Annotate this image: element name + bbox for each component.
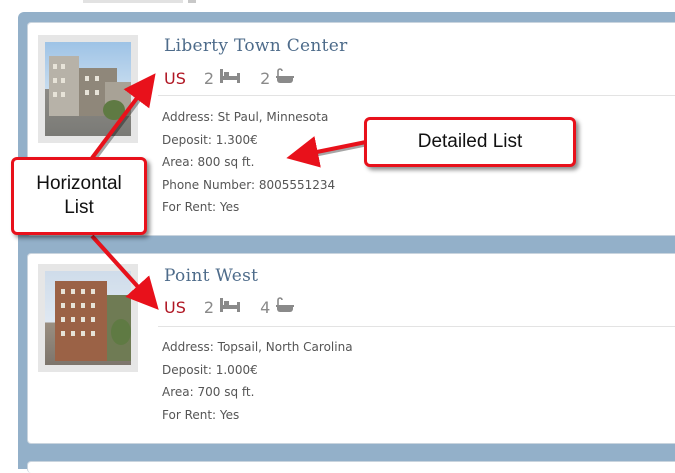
detail-for-rent: For Rent: Yes (162, 200, 240, 214)
callout-horizontal-line1: Horizontal (36, 173, 122, 194)
detail-phone: Phone Number: 8005551234 (162, 177, 336, 192)
bath-icon (275, 68, 295, 88)
bed-icon (219, 297, 241, 317)
country-code: US (164, 297, 186, 317)
listing-meta: US 2 4 (164, 296, 314, 318)
listing-thumbnail[interactable] (38, 264, 138, 372)
listing-photo[interactable] (45, 271, 131, 365)
detail-address: Address: St Paul, Minnesota (162, 110, 329, 124)
top-toolbar-icon (188, 0, 196, 3)
listing-divider (158, 95, 675, 96)
top-strip (0, 0, 675, 12)
detail-area: Area: 700 sq ft. (162, 385, 255, 399)
detail-area: Area: 800 sq ft. (162, 155, 255, 169)
detail-for-rent: For Rent: Yes (162, 407, 240, 422)
bath-icon (275, 297, 295, 317)
bedroom-count: 2 (203, 297, 215, 317)
listing-card-partial[interactable] (27, 461, 675, 473)
callout-detailed-text: Detailed List (417, 131, 523, 152)
callout-detailed-list: Detailed List (364, 117, 576, 167)
listing-divider (158, 326, 675, 327)
bathroom-count: 4 (260, 297, 271, 317)
bathroom-count: 2 (260, 68, 271, 88)
bed-icon (219, 68, 241, 88)
detail-deposit: Deposit: 1.300€ (162, 132, 258, 147)
country-code: US (164, 68, 186, 88)
listing-thumbnail[interactable] (38, 35, 138, 143)
callout-horizontal-list: Horizontal List (11, 157, 147, 235)
bedroom-count: 2 (203, 68, 215, 88)
listing-title[interactable]: Liberty Town Center (164, 36, 348, 56)
callout-horizontal-line2: List (64, 197, 94, 218)
listing-photo[interactable] (45, 42, 131, 136)
detail-address: Address: Topsail, North Carolina (162, 340, 353, 354)
listing-card[interactable]: Point West US 2 4 Address: Topsail, Nort… (27, 253, 675, 444)
listing-meta: US 2 2 (164, 67, 314, 89)
detail-deposit: Deposit: 1.000€ (162, 362, 258, 377)
listing-details: Address: Topsail, North Carolina Deposit… (162, 339, 353, 429)
top-toolbar-fragment (83, 0, 183, 3)
listing-title[interactable]: Point West (164, 266, 258, 286)
listing-details: Address: St Paul, Minnesota Deposit: 1.3… (162, 109, 335, 222)
